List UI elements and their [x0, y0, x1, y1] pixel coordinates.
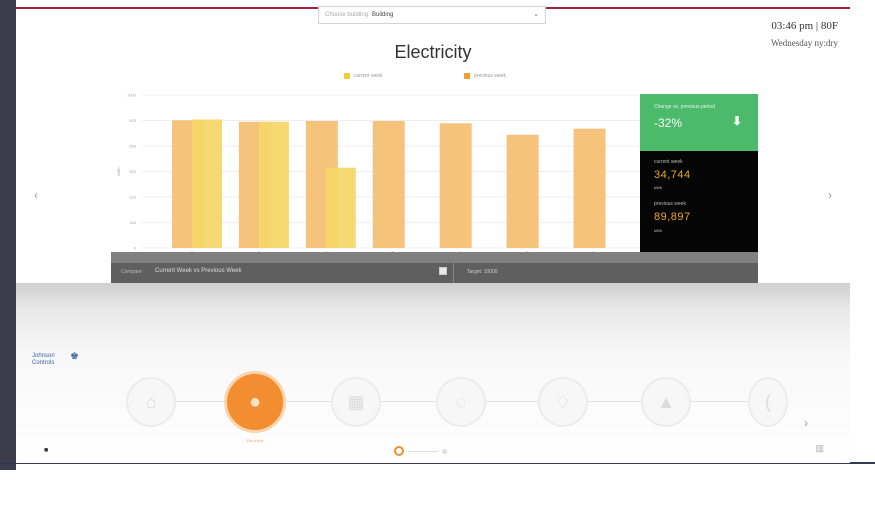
change-value: -32% — [654, 116, 683, 130]
divider — [453, 263, 454, 283]
logo-line2: Controls — [32, 360, 55, 366]
chevron-right-icon[interactable]: › — [828, 188, 832, 202]
partial-nav-icon[interactable]: ( — [748, 377, 788, 427]
time-weather: 03:46 pm | 80F — [771, 20, 838, 32]
bar-previous-week — [372, 121, 405, 248]
change-kpi-card: Change vs. previous period -32% ⬇ — [640, 94, 758, 151]
legend-swatch — [464, 73, 470, 79]
y-tick-label: 333 — [129, 195, 136, 200]
chevron-left-icon[interactable]: ‹ — [34, 188, 38, 202]
building-select-value: Building — [372, 12, 394, 18]
compare-checkbox[interactable] — [439, 267, 447, 275]
consumption-kpi-card: current week 34,744 kWh previous week 89… — [640, 151, 758, 253]
johnson-controls-logo: Johnson Controls ♚ — [32, 352, 79, 367]
current-unit: kWh — [654, 185, 662, 190]
chevron-down-icon: ⌄ — [533, 11, 539, 18]
previous-value: 89,897 — [654, 211, 691, 223]
active-nav-label: Electricity — [246, 438, 264, 443]
page-dot-active[interactable] — [394, 446, 404, 456]
settings-icon[interactable]: ■ — [44, 447, 48, 454]
bar-previous-week — [506, 134, 539, 248]
chevron-right-icon[interactable]: › — [804, 416, 808, 430]
current-label: current week — [654, 159, 683, 165]
gauge-icon[interactable]: ◌ — [436, 377, 486, 427]
y-tick-label: 666 — [129, 144, 136, 149]
building-select[interactable]: Choose building Building ⌄ — [318, 6, 546, 24]
previous-label: previous week — [654, 201, 686, 207]
building-select-prefix: Choose building — [325, 12, 369, 18]
screenshot-frame: Choose building Building ⌄ 03:46 pm | 80… — [0, 0, 875, 508]
bottom-nav-panel: Johnson Controls ♚ ⌂ ● ▦ ◌ ♢ ▲ ( › Elect… — [16, 283, 850, 463]
pagination — [394, 446, 447, 456]
dashboard-screen: Choose building Building ⌄ 03:46 pm | 80… — [16, 0, 850, 463]
legend-label: current week — [354, 73, 383, 79]
building-icon[interactable]: ▦ — [331, 377, 381, 427]
home-nav-icon[interactable]: ⌂ — [126, 377, 176, 427]
bar-current-week — [192, 119, 222, 248]
y-tick-label: 500 — [129, 169, 136, 174]
bar-current-week — [258, 121, 289, 248]
y-tick-label: 1000 — [127, 93, 137, 98]
legend-item-current: current week — [344, 73, 383, 79]
y-tick-label: 166 — [129, 220, 136, 225]
electricity-bar-chart: 01663335006668331000kWhMonTueWedThuFriSa… — [116, 93, 640, 255]
compare-bar: Compare Current Week vs Previous Week Ta… — [111, 252, 758, 283]
legend-item-previous: previous week — [464, 73, 506, 79]
y-axis-label: kWh — [116, 168, 121, 176]
change-label: Change vs. previous period — [654, 104, 715, 110]
arrow-down-icon: ⬇ — [731, 114, 742, 128]
bar-current-week — [325, 167, 356, 248]
lightbulb-icon[interactable]: ● — [224, 371, 286, 433]
water-drop-icon[interactable]: ♢ — [538, 377, 588, 427]
y-tick-label: 0 — [134, 246, 137, 251]
page-dot[interactable] — [442, 448, 447, 454]
y-tick-label: 833 — [129, 118, 136, 123]
target-label: Target: 10000 — [467, 269, 498, 275]
page-title: Electricity — [394, 42, 472, 62]
flame-icon[interactable]: ▲ — [641, 377, 691, 427]
bar-previous-week — [573, 128, 606, 248]
page-dot-line — [408, 450, 438, 452]
left-border — [0, 0, 16, 470]
previous-unit: kWh — [654, 228, 662, 233]
legend-swatch — [344, 73, 350, 79]
trash-icon[interactable]: ▥ — [815, 443, 824, 454]
compare-select[interactable]: Current Week vs Previous Week — [155, 268, 241, 274]
compare-label: Compare — [121, 269, 142, 275]
logo-line1: Johnson — [32, 353, 55, 359]
jci-logo-icon: ♚ — [70, 351, 79, 362]
bar-previous-week — [439, 123, 472, 248]
current-value: 34,744 — [654, 169, 691, 181]
legend-label: previous week — [474, 73, 506, 79]
